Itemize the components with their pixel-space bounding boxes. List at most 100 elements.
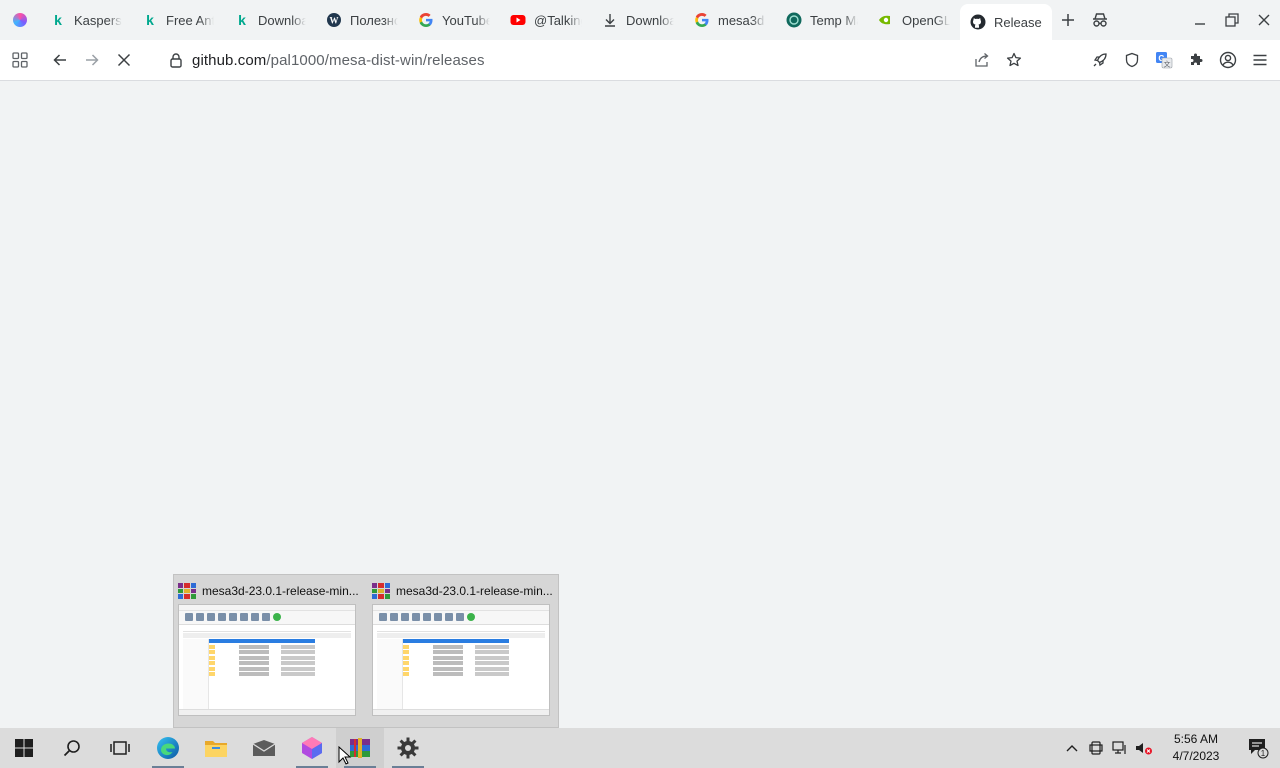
start-button[interactable] bbox=[0, 728, 48, 768]
task-view-button[interactable] bbox=[96, 728, 144, 768]
tray-meet-now[interactable] bbox=[1084, 728, 1108, 768]
taskbar-file-explorer[interactable] bbox=[192, 728, 240, 768]
youtube-icon bbox=[510, 12, 526, 28]
thumbnail-header: mesa3d-23.0.1-release-min... bbox=[178, 581, 358, 601]
tab-youtube-search[interactable]: YouTube bbox=[408, 4, 500, 36]
url-path: /pal1000/mesa-dist-win/releases bbox=[266, 51, 485, 69]
volume-muted-icon bbox=[1136, 743, 1152, 755]
tab-temp-mail[interactable]: Temp Mail bbox=[776, 4, 868, 36]
incognito-button[interactable] bbox=[1084, 4, 1116, 36]
minimize-icon bbox=[1195, 23, 1205, 25]
system-tray: 5:56 AM 4/7/2023 1 bbox=[1060, 728, 1280, 768]
taskbar-mail[interactable] bbox=[240, 728, 288, 768]
tray-volume[interactable] bbox=[1132, 728, 1156, 768]
tab-label: Download bbox=[258, 12, 306, 28]
google-translate-icon: G文 bbox=[1156, 52, 1173, 68]
address-bar[interactable]: github.com/pal1000/mesa-dist-win/release… bbox=[160, 44, 1030, 76]
restore-button[interactable] bbox=[1216, 0, 1248, 40]
tab-label: Releases bbox=[994, 14, 1042, 30]
mouse-cursor-icon bbox=[338, 746, 352, 765]
svg-text:文: 文 bbox=[1164, 59, 1171, 68]
tab-opengl-driver[interactable]: OpenGL Driver bbox=[868, 4, 960, 36]
window-thumbnail-1[interactable]: mesa3d-23.0.1-release-min... bbox=[178, 581, 358, 727]
mail-icon bbox=[252, 740, 276, 756]
browser-logo[interactable] bbox=[0, 0, 40, 40]
url-text[interactable]: github.com/pal1000/mesa-dist-win/release… bbox=[192, 52, 485, 69]
tab-strip: k Kaspersky k Free Antivirus k Download … bbox=[0, 0, 1280, 40]
taskbar-app-gem[interactable] bbox=[288, 728, 336, 768]
minimize-button[interactable] bbox=[1184, 0, 1216, 40]
tab-label: Free Antivirus bbox=[166, 12, 214, 28]
nvidia-icon bbox=[878, 12, 894, 28]
winrar-icon bbox=[372, 583, 390, 599]
show-hidden-icons-button[interactable] bbox=[1060, 728, 1084, 768]
tab-poleznoe[interactable]: W Полезное bbox=[316, 4, 408, 36]
thumbnail-image bbox=[178, 604, 356, 716]
window-thumbnail-2[interactable]: mesa3d-23.0.1-release-min... bbox=[372, 581, 552, 727]
search-button[interactable] bbox=[48, 728, 96, 768]
action-center-button[interactable]: 1 bbox=[1236, 728, 1280, 768]
gem-app-icon bbox=[302, 737, 322, 759]
incognito-icon bbox=[1093, 13, 1107, 27]
edge-icon bbox=[157, 737, 179, 759]
browser-toolbar: github.com/pal1000/mesa-dist-win/release… bbox=[0, 40, 1280, 81]
tab-releases[interactable]: Releases bbox=[960, 4, 1052, 40]
apps-button[interactable] bbox=[4, 44, 36, 76]
stop-loading-button[interactable] bbox=[108, 44, 140, 76]
google-icon bbox=[418, 12, 434, 28]
translate-extension-button[interactable]: G文 bbox=[1148, 44, 1180, 76]
tab-talkingtom[interactable]: @TalkingTom bbox=[500, 4, 592, 36]
toolbar-extensions: G文 bbox=[1084, 44, 1276, 76]
thumbnail-title: mesa3d-23.0.1-release-min... bbox=[202, 584, 358, 598]
rocket-extension-button[interactable] bbox=[1084, 44, 1116, 76]
arrow-left-icon bbox=[53, 54, 66, 66]
share-icon bbox=[975, 53, 989, 67]
tab-label: @TalkingTom bbox=[534, 12, 582, 28]
taskbar-thumbnail-preview: mesa3d-23.0.1-release-min... mesa3d-23.0… bbox=[173, 574, 559, 728]
new-tab-button[interactable] bbox=[1052, 4, 1084, 36]
url-host: github.com bbox=[192, 51, 267, 69]
gear-icon bbox=[397, 737, 419, 759]
share-button[interactable] bbox=[966, 44, 998, 76]
close-button[interactable] bbox=[1248, 0, 1280, 40]
tab-download[interactable]: Download bbox=[592, 4, 684, 36]
arrow-right-icon bbox=[86, 54, 99, 66]
tab-free-antivirus[interactable]: k Free Antivirus bbox=[132, 4, 224, 36]
github-icon bbox=[970, 14, 986, 30]
device-icon bbox=[1089, 741, 1103, 755]
puzzle-icon bbox=[1191, 53, 1203, 65]
tab-kaspersky[interactable]: k Kaspersky bbox=[40, 4, 132, 36]
tab-mesa3d-search[interactable]: mesa3d dist bbox=[684, 4, 776, 36]
tab-label: mesa3d dist bbox=[718, 12, 766, 28]
taskbar-edge[interactable] bbox=[144, 728, 192, 768]
apps-grid-icon bbox=[12, 52, 28, 68]
plus-icon bbox=[1062, 14, 1074, 26]
profile-button[interactable] bbox=[1212, 44, 1244, 76]
back-button[interactable] bbox=[44, 44, 76, 76]
tray-network[interactable] bbox=[1108, 728, 1132, 768]
main-menu-button[interactable] bbox=[1244, 44, 1276, 76]
forward-button[interactable] bbox=[76, 44, 108, 76]
shield-extension-button[interactable] bbox=[1116, 44, 1148, 76]
tempmail-icon bbox=[786, 12, 802, 28]
task-view-icon bbox=[110, 741, 130, 755]
wordpress-icon: W bbox=[326, 12, 342, 28]
tab-label: Download bbox=[626, 12, 674, 28]
tab-label: Полезное bbox=[350, 12, 398, 28]
tab-label: Kaspersky bbox=[74, 12, 122, 28]
extensions-button[interactable] bbox=[1180, 44, 1212, 76]
omnibox-actions bbox=[966, 44, 1030, 76]
windows-logo-icon bbox=[15, 739, 33, 757]
shield-icon bbox=[1125, 52, 1139, 68]
tab-download-kaspersky[interactable]: k Download bbox=[224, 4, 316, 36]
thumbnail-header: mesa3d-23.0.1-release-min... bbox=[372, 581, 552, 601]
lock-icon[interactable] bbox=[168, 52, 184, 68]
bookmark-button[interactable] bbox=[998, 44, 1030, 76]
taskbar-winrar[interactable] bbox=[336, 728, 384, 768]
taskbar-clock[interactable]: 5:56 AM 4/7/2023 bbox=[1156, 731, 1236, 765]
taskbar-settings[interactable] bbox=[384, 728, 432, 768]
kaspersky-icon: k bbox=[238, 12, 246, 28]
clock-time: 5:56 AM bbox=[1173, 732, 1219, 746]
hamburger-menu-icon bbox=[1253, 54, 1267, 66]
window-controls bbox=[1184, 0, 1280, 40]
